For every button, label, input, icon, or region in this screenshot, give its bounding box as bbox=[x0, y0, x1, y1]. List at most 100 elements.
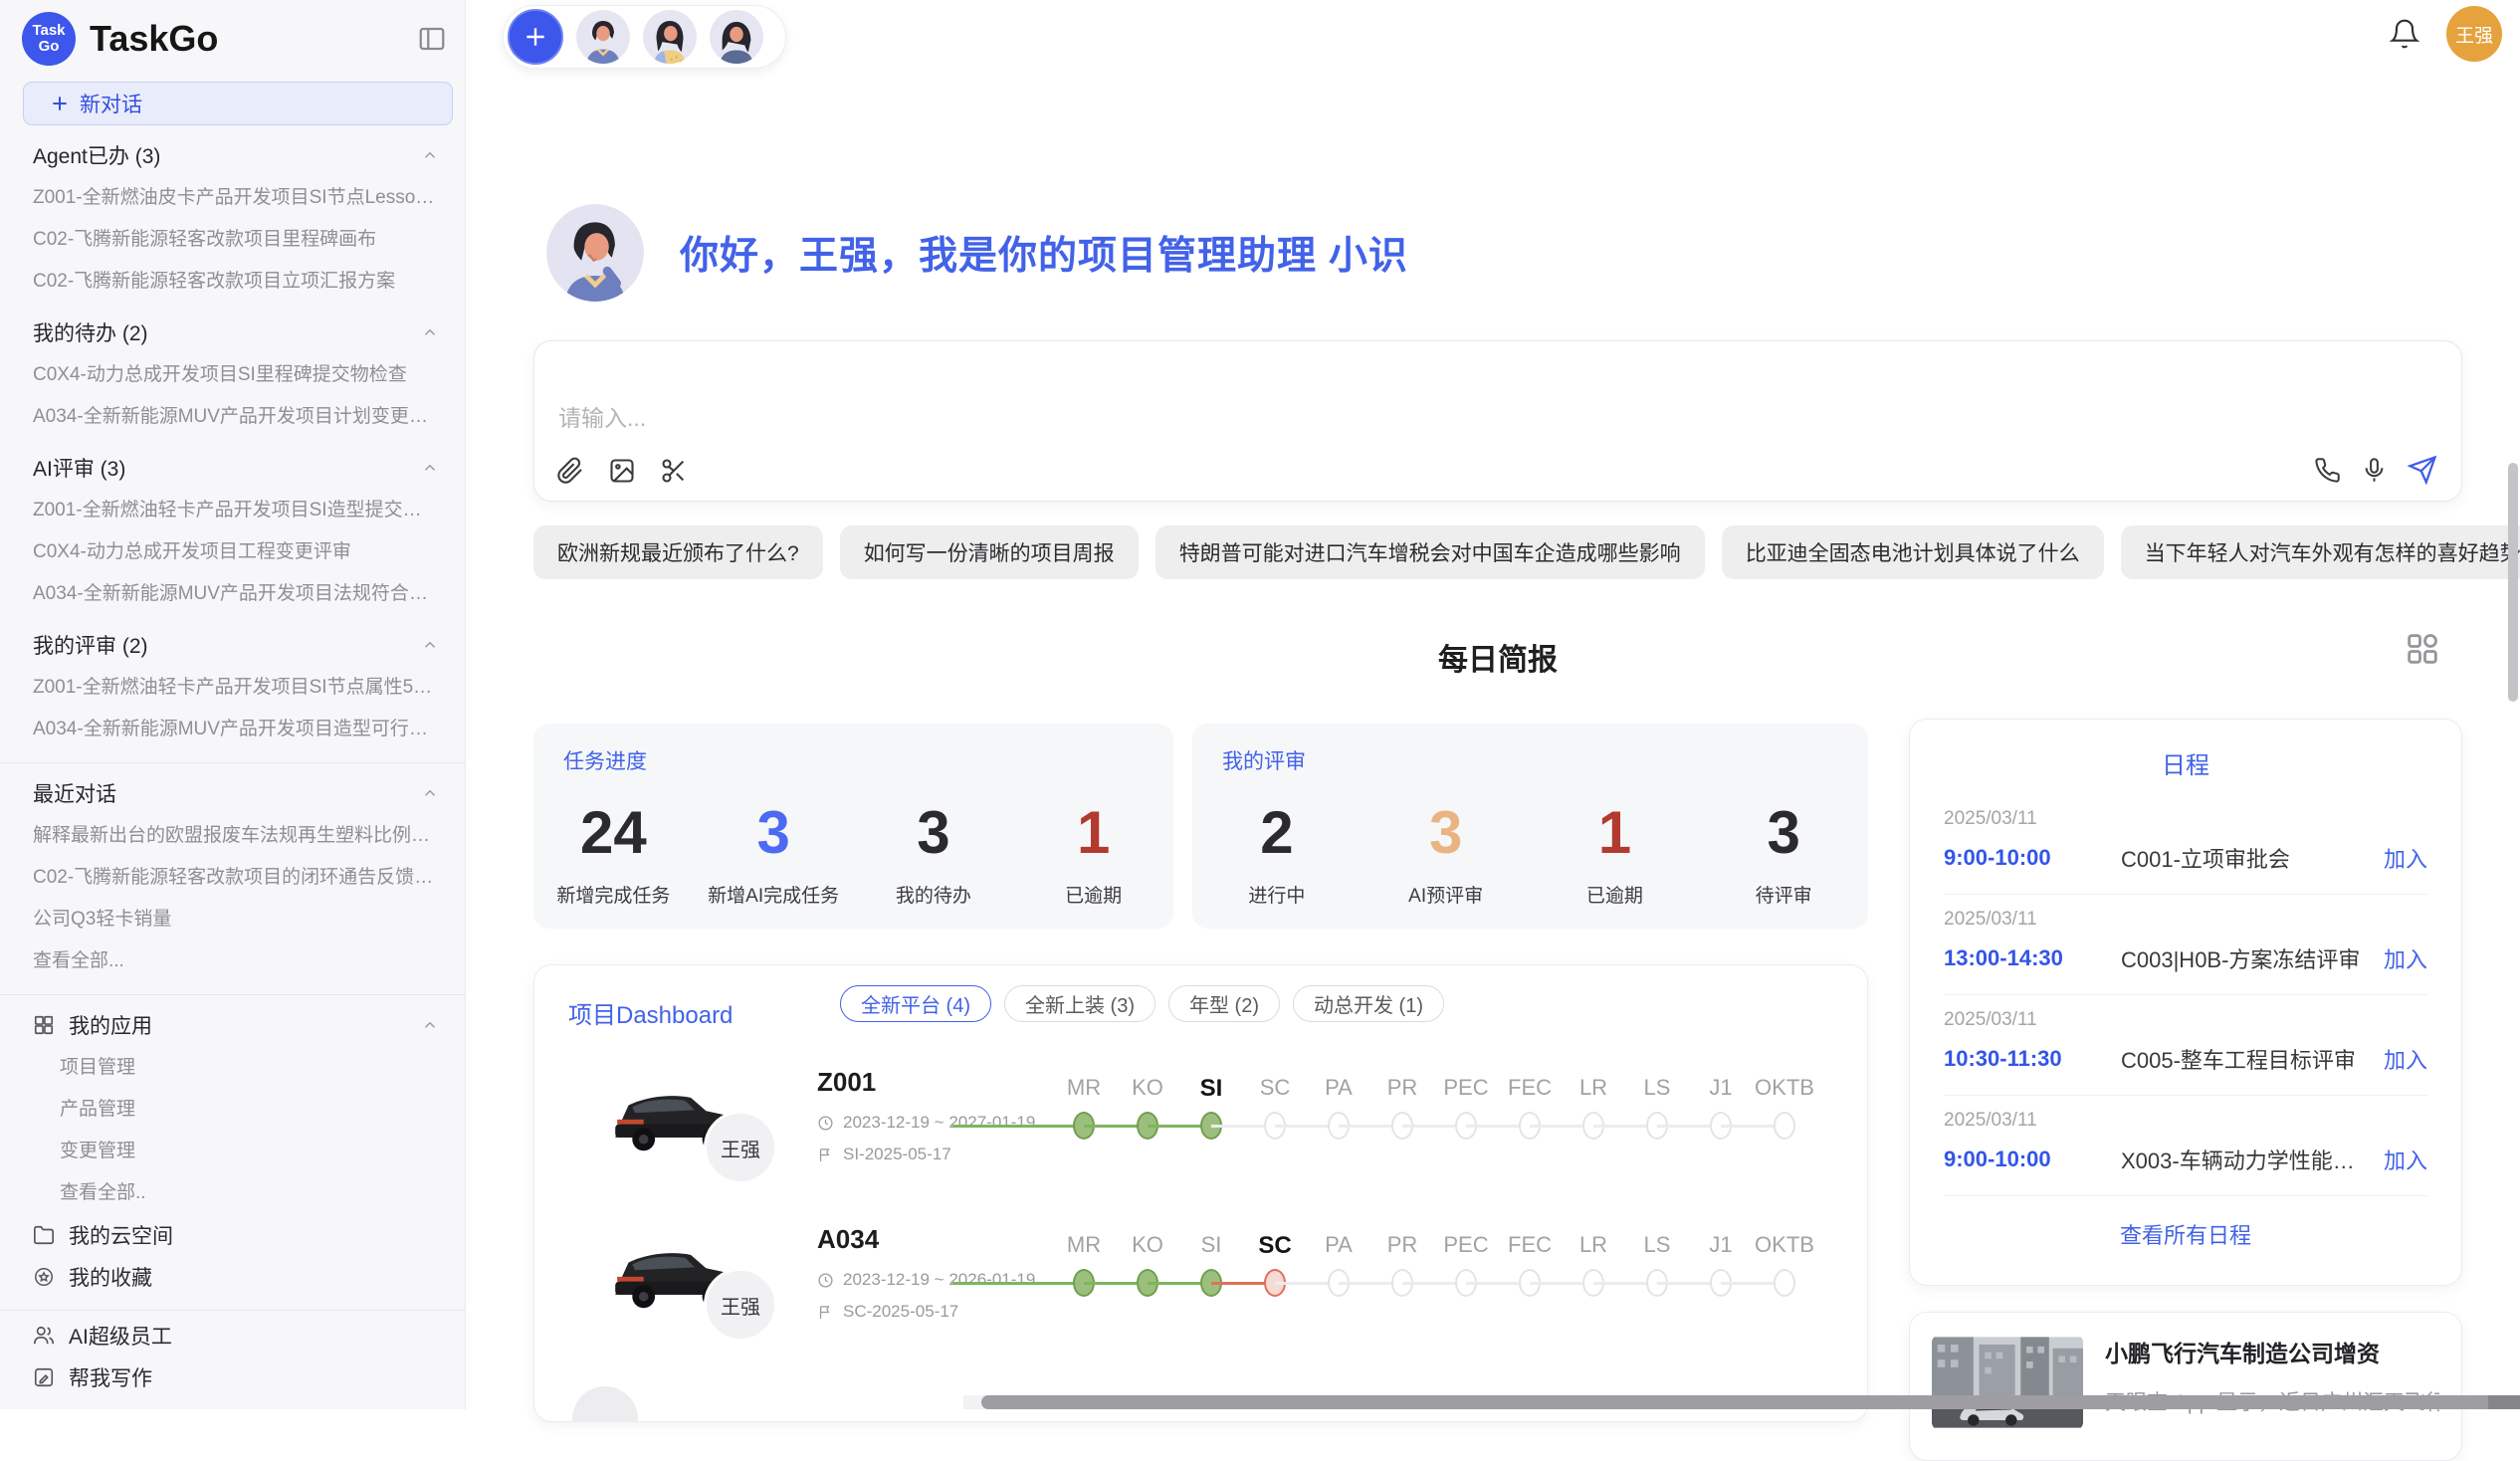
suggestion-chips: 欧洲新规最近颁布了什么? 如何写一份清晰的项目周报 特朗普可能对进口汽车增税会对… bbox=[533, 525, 2464, 579]
suggestion-chip[interactable]: 欧洲新规最近颁布了什么? bbox=[533, 525, 823, 579]
next-project-hint bbox=[572, 1386, 638, 1422]
suggestion-chip[interactable]: 特朗普可能对进口汽车增税会对中国车企造成哪些影响 bbox=[1155, 525, 1705, 579]
send-icon[interactable] bbox=[2408, 455, 2437, 485]
scissors-icon[interactable] bbox=[660, 457, 688, 485]
chevron-up-icon[interactable] bbox=[421, 323, 439, 341]
milestone-label: KO bbox=[1132, 1075, 1163, 1105]
suggestion-chip[interactable]: 如何写一份清晰的项目周报 bbox=[840, 525, 1139, 579]
new-chat-button[interactable]: 新对话 bbox=[23, 82, 453, 125]
chevron-up-icon[interactable] bbox=[421, 636, 439, 654]
view-all-chats-link[interactable]: 查看全部... bbox=[0, 940, 465, 982]
sidebar-item-ai-employee[interactable]: AI超级员工 bbox=[0, 1315, 465, 1357]
section-header-recent-chats[interactable]: 最近对话 bbox=[0, 771, 465, 815]
chevron-up-icon[interactable] bbox=[421, 784, 439, 802]
join-link[interactable]: 加入 bbox=[2384, 1043, 2427, 1075]
sidebar-collapse-icon[interactable] bbox=[417, 24, 447, 54]
event-date: 2025/03/11 bbox=[1944, 1009, 2427, 1031]
join-link[interactable]: 加入 bbox=[2384, 1144, 2427, 1175]
event-name: C003|H0B-方案冻结评审 bbox=[2121, 942, 2370, 974]
list-item[interactable]: 公司Q3轻卡销量 bbox=[0, 899, 465, 940]
view-all-schedule-link[interactable]: 查看所有日程 bbox=[1944, 1196, 2427, 1272]
add-agent-button[interactable] bbox=[508, 9, 563, 65]
sidebar-header: Task Go TaskGo bbox=[0, 0, 465, 76]
user-avatar[interactable]: 王强 bbox=[2446, 6, 2502, 62]
news-card[interactable]: 小鹏飞行汽车制造公司增资 天眼查 App 显示，近日广州汇天飞行汽 bbox=[1909, 1312, 2462, 1461]
suggestion-chip[interactable]: 当下年轻人对汽车外观有怎样的喜好趋势 bbox=[2121, 525, 2520, 579]
tab-year-model[interactable]: 年型 (2) bbox=[1168, 985, 1280, 1022]
horizontal-scrollbar[interactable] bbox=[963, 1395, 2520, 1409]
avatar[interactable] bbox=[710, 10, 763, 64]
milestone-dot bbox=[1774, 1112, 1795, 1140]
list-item[interactable]: C02-飞腾新能源轻客改款项目的闭环通告反馈情况 bbox=[0, 857, 465, 899]
section-header-my-todo[interactable]: 我的待办 (2) bbox=[0, 311, 465, 354]
notification-bell-icon[interactable] bbox=[2389, 18, 2420, 50]
list-item[interactable]: C0X4-动力总成开发项目工程变更评审 bbox=[0, 531, 465, 573]
section-header-my-apps[interactable]: 我的应用 bbox=[0, 1003, 465, 1047]
list-item[interactable]: C0X4-动力总成开发项目SI里程碑提交物检查 bbox=[0, 354, 465, 396]
section-title: 我的应用 bbox=[69, 1010, 152, 1040]
horizontal-scrollbar-thumb[interactable] bbox=[981, 1395, 2520, 1409]
join-link[interactable]: 加入 bbox=[2384, 942, 2427, 974]
list-item[interactable]: C02-飞腾新能源轻客改款项目立项汇报方案 bbox=[0, 261, 465, 303]
milestone-label: MR bbox=[1067, 1232, 1101, 1262]
agent-switcher bbox=[503, 5, 786, 69]
tab-new-platform[interactable]: 全新平台 (4) bbox=[840, 985, 991, 1022]
list-item[interactable]: A034-全新新能源MUV产品开发项目计划变更表编写 bbox=[0, 396, 465, 438]
event-date: 2025/03/11 bbox=[1944, 808, 2427, 830]
scrollbar-corner[interactable] bbox=[2488, 1395, 2520, 1409]
chevron-up-icon[interactable] bbox=[421, 1016, 439, 1034]
project-row[interactable]: 王强 Z001 2023-12-19 ~ 2027-01-19 SI-2025-… bbox=[534, 1061, 1867, 1220]
list-item[interactable]: C02-飞腾新能源轻客改款项目里程碑画布 bbox=[0, 219, 465, 261]
vertical-scrollbar-thumb[interactable] bbox=[2508, 463, 2518, 702]
section-header-my-review[interactable]: 我的评审 (2) bbox=[0, 623, 465, 667]
list-item[interactable]: A034-全新新能源MUV产品开发项目造型可行性评审 bbox=[0, 709, 465, 750]
list-item[interactable]: Z001-全新燃油轻卡产品开发项目SI造型提交物评审 bbox=[0, 490, 465, 531]
tab-powertrain[interactable]: 动总开发 (1) bbox=[1293, 985, 1444, 1022]
milestone: LS bbox=[1625, 1075, 1689, 1148]
sidebar-item-change-mgmt[interactable]: 变更管理 bbox=[0, 1131, 465, 1172]
schedule-event: 2025/03/11 13:00-14:30 C003|H0B-方案冻结评审 加… bbox=[1944, 895, 2427, 995]
app-title: TaskGo bbox=[90, 18, 403, 60]
stat: 3 AI预评审 bbox=[1362, 781, 1531, 929]
chevron-up-icon[interactable] bbox=[421, 146, 439, 164]
view-all-apps-link[interactable]: 查看全部.. bbox=[0, 1172, 465, 1214]
project-code: A034 bbox=[817, 1224, 879, 1255]
milestone-label: J1 bbox=[1709, 1232, 1732, 1262]
project-node: SC-2025-05-17 bbox=[843, 1302, 958, 1322]
plus-icon bbox=[523, 24, 548, 50]
news-title: 小鹏飞行汽车制造公司增资 bbox=[2105, 1335, 2439, 1368]
tab-new-body[interactable]: 全新上装 (3) bbox=[1004, 985, 1155, 1022]
avatar[interactable] bbox=[576, 10, 630, 64]
milestone-timeline: MR KO SI SC PA PR PEC FEC LR LS J1 OKTB bbox=[1052, 1075, 1816, 1148]
join-link[interactable]: 加入 bbox=[2384, 842, 2427, 874]
sidebar-item-help-write[interactable]: 帮我写作 bbox=[0, 1357, 465, 1398]
list-item[interactable]: Z001-全新燃油轻卡产品开发项目SI节点属性5D文件评审 bbox=[0, 667, 465, 709]
stat-label: 新增AI完成任务 bbox=[708, 881, 839, 908]
image-icon[interactable] bbox=[608, 457, 636, 485]
microphone-icon[interactable] bbox=[2361, 457, 2388, 484]
stat-value: 24 bbox=[580, 803, 647, 863]
chat-input[interactable] bbox=[558, 399, 2051, 443]
list-item[interactable]: Z001-全新燃油皮卡产品开发项目SI节点Lesson Learn报告 bbox=[0, 177, 465, 219]
section-header-ai-review[interactable]: AI评审 (3) bbox=[0, 446, 465, 490]
suggestion-chip[interactable]: 比亚迪全固态电池计划具体说了什么 bbox=[1722, 525, 2104, 579]
milestone: MR bbox=[1052, 1232, 1116, 1306]
sidebar-item-project-mgmt[interactable]: 项目管理 bbox=[0, 1047, 465, 1089]
chevron-up-icon[interactable] bbox=[421, 459, 439, 477]
phone-icon[interactable] bbox=[2314, 457, 2341, 484]
list-item[interactable]: 解释最新出台的欧盟报废车法规再生塑料比例被调至15%... bbox=[0, 815, 465, 857]
avatar[interactable] bbox=[643, 10, 697, 64]
daily-brief-title: 每日简报 bbox=[533, 635, 2462, 679]
sidebar-item-favorites[interactable]: 我的收藏 bbox=[0, 1256, 465, 1298]
attachment-icon[interactable] bbox=[556, 457, 584, 485]
sidebar-item-creative-draw[interactable]: 创意制图 bbox=[0, 1398, 465, 1409]
logo-text-1: Task bbox=[32, 23, 65, 39]
chat-composer bbox=[533, 340, 2462, 502]
layout-grid-icon[interactable] bbox=[2403, 629, 2442, 669]
project-dashboard-card: 项目Dashboard 全新平台 (4) 全新上装 (3) 年型 (2) 动总开… bbox=[533, 964, 1868, 1422]
sidebar-item-cloud-space[interactable]: 我的云空间 bbox=[0, 1214, 465, 1256]
list-item[interactable]: A034-全新新能源MUV产品开发项目法规符合性评审 bbox=[0, 573, 465, 615]
section-header-agent-done[interactable]: Agent已办 (3) bbox=[0, 133, 465, 177]
project-row[interactable]: 王强 A034 2023-12-19 ~ 2026-01-19 SC-2025-… bbox=[534, 1218, 1867, 1377]
sidebar-item-product-mgmt[interactable]: 产品管理 bbox=[0, 1089, 465, 1131]
